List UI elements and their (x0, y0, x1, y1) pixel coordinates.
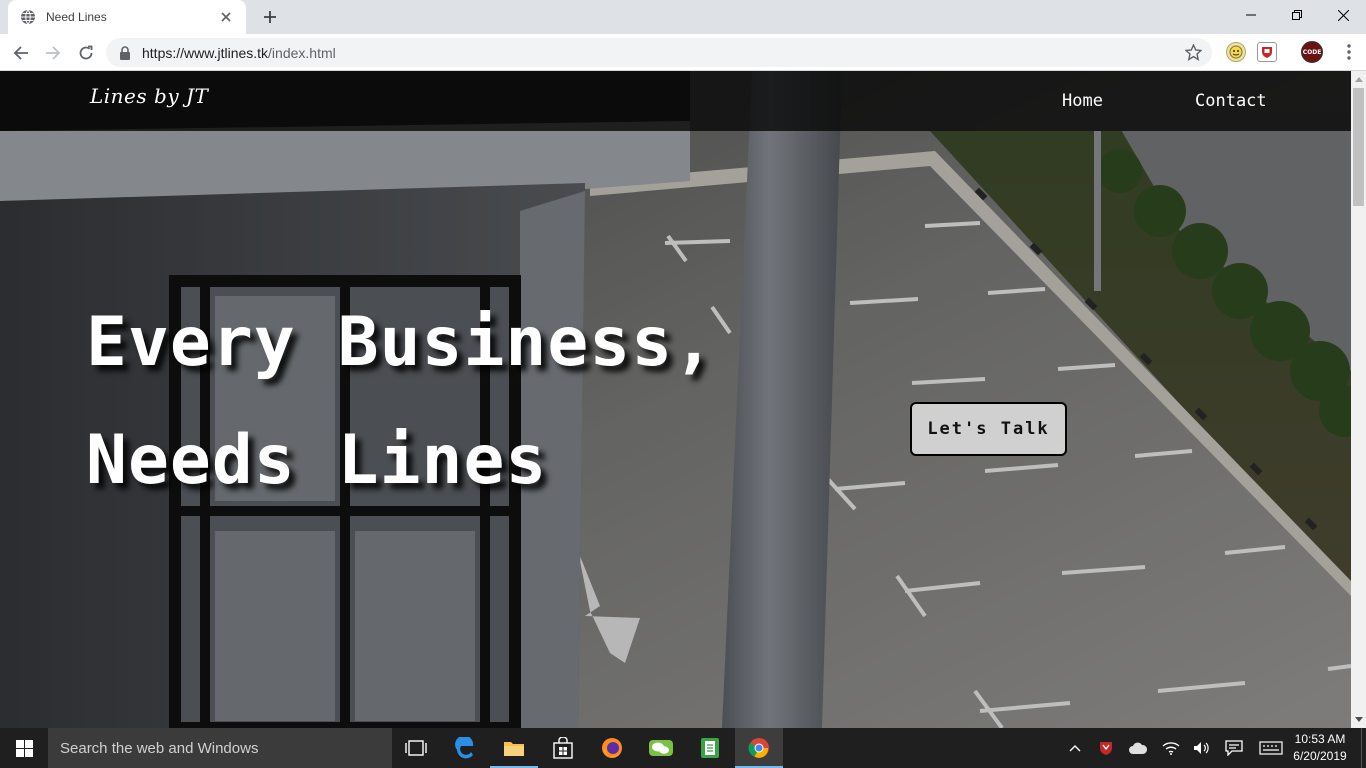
taskbar-file-explorer[interactable] (490, 728, 538, 768)
wifi-icon (1162, 742, 1180, 755)
close-icon (1337, 9, 1349, 21)
site-navbar: Lines by JT Home Contact (0, 71, 1351, 131)
taskbar-search-box[interactable]: Search the web and Windows (48, 728, 392, 768)
taskbar-wechat[interactable] (637, 728, 685, 768)
hero-headline-line-2: Needs Lines (86, 421, 548, 500)
tray-cloud[interactable] (1128, 738, 1148, 758)
tray-notifications[interactable] (1224, 738, 1244, 758)
tray-volume[interactable] (1192, 738, 1212, 758)
tray-wifi[interactable] (1161, 738, 1181, 758)
firefox-icon (602, 738, 622, 758)
hero-background-image (0, 71, 1351, 728)
star-icon[interactable] (1185, 44, 1202, 61)
minimize-button[interactable] (1228, 0, 1274, 30)
avatar-icon: CODE (1302, 48, 1322, 56)
profile-avatar[interactable]: CODE (1301, 41, 1323, 63)
lets-talk-button[interactable]: Let's Talk (910, 402, 1067, 456)
scroll-thumb[interactable] (1353, 88, 1364, 206)
globe-icon (21, 9, 35, 25)
clock-date: 6/20/2019 (1293, 749, 1347, 763)
page-viewport: Lines by JT Home Contact Every Business,… (0, 71, 1351, 728)
close-icon[interactable] (218, 9, 234, 25)
plus-icon (264, 11, 276, 23)
shield-icon (1100, 742, 1112, 755)
tab-title: Need Lines (46, 10, 107, 24)
taskbar-notepad[interactable] (686, 728, 734, 768)
folder-icon (504, 742, 524, 756)
browser-toolbar: https://www.jtlines.tk/index.html CODE (0, 34, 1366, 71)
reload-button[interactable] (73, 40, 99, 66)
cloud-icon (1129, 742, 1148, 754)
minimize-icon (1246, 14, 1256, 16)
task-view-button[interactable] (392, 728, 440, 768)
site-logo[interactable]: Lines by JT (90, 84, 208, 108)
start-button[interactable] (0, 728, 48, 768)
forward-button[interactable] (40, 40, 66, 66)
nav-link-home[interactable]: Home (1062, 91, 1103, 111)
tray-overflow-button[interactable] (1065, 738, 1085, 758)
chrome-icon (748, 738, 769, 758)
windows-taskbar: Search the web and Windows 10:53 AM 6/20… (0, 728, 1366, 768)
hero-headline-line-1: Every Business, (86, 303, 716, 382)
edge-icon (455, 737, 474, 759)
windows-logo-icon (15, 739, 33, 757)
maximize-button[interactable] (1274, 0, 1320, 30)
extension-shield-icon[interactable] (1257, 42, 1277, 62)
nav-link-contact[interactable]: Contact (1195, 91, 1267, 111)
taskbar-search-placeholder: Search the web and Windows (60, 739, 259, 757)
store-bag-icon (553, 737, 573, 759)
back-button[interactable] (8, 40, 34, 66)
scroll-down-icon[interactable] (1355, 717, 1363, 722)
address-bar[interactable]: https://www.jtlines.tk/index.html (106, 38, 1212, 67)
shield-icon (1262, 47, 1272, 58)
taskbar-store[interactable] (539, 728, 587, 768)
smiley-icon (1229, 45, 1243, 59)
new-tab-button[interactable] (258, 6, 282, 28)
lock-icon (120, 45, 130, 60)
taskbar-edge[interactable] (441, 728, 489, 768)
tray-keyboard[interactable] (1258, 738, 1284, 758)
restore-icon (1292, 10, 1302, 20)
speaker-icon (1194, 742, 1209, 754)
notes-icon (701, 738, 719, 758)
tab-bar: Need Lines (0, 0, 1366, 34)
url-text: https://www.jtlines.tk/index.html (142, 45, 336, 61)
arrow-right-icon (46, 46, 61, 60)
reload-icon (79, 45, 93, 60)
show-desktop-button[interactable] (1361, 728, 1366, 768)
task-view-icon (405, 740, 427, 756)
taskbar-clock[interactable]: 10:53 AM 6/20/2019 (1290, 731, 1350, 765)
more-menu-icon[interactable] (1346, 43, 1352, 61)
chat-app-icon (649, 740, 673, 756)
url-host: https://www.jtlines.tk (142, 44, 269, 61)
keyboard-icon (1259, 741, 1283, 755)
arrow-left-icon (13, 46, 28, 60)
window-close-button[interactable] (1320, 0, 1366, 30)
tray-security[interactable] (1096, 738, 1116, 758)
url-path: /index.html (268, 44, 336, 61)
page-scrollbar[interactable] (1351, 71, 1366, 728)
taskbar-firefox[interactable] (588, 728, 636, 768)
message-icon (1225, 740, 1243, 756)
chevron-up-icon (1069, 745, 1081, 752)
scroll-up-icon[interactable] (1355, 77, 1363, 82)
extension-face-icon[interactable] (1226, 42, 1246, 62)
browser-tab[interactable]: Need Lines (8, 0, 246, 34)
taskbar-chrome[interactable] (735, 728, 783, 768)
clock-time: 10:53 AM (1294, 732, 1346, 746)
